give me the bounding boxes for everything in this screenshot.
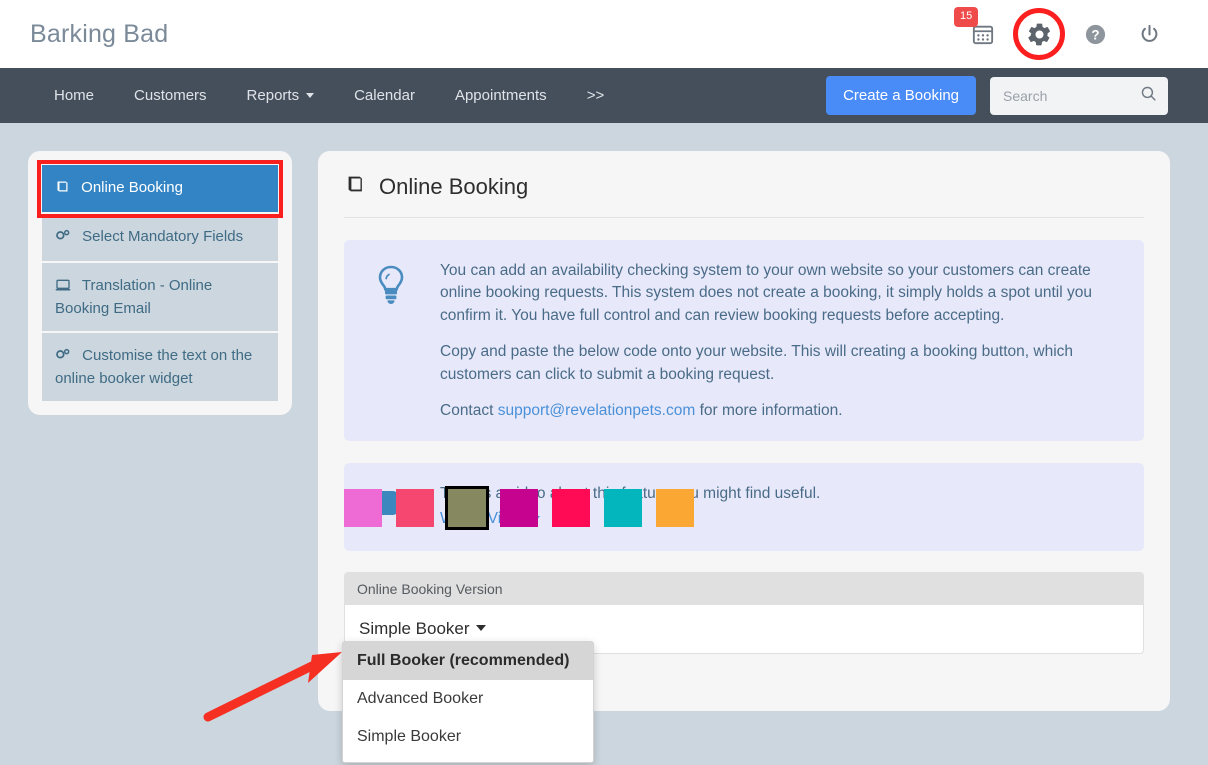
sidebar-item-translation-online-booking-email[interactable]: Translation - Online Booking Email (42, 263, 278, 333)
color-swatch[interactable] (552, 489, 590, 527)
search-icon[interactable] (1140, 85, 1157, 107)
calendar-icon-button[interactable]: 15 (954, 7, 998, 49)
top-bar: Barking Bad 15 ? (0, 0, 1208, 68)
nav-label: Customers (134, 87, 207, 104)
chevron-down-icon (475, 624, 486, 631)
info-panel: You can add an availability checking sys… (344, 240, 1144, 441)
page-title: Online Booking (344, 173, 1144, 218)
nav-items: Home Customers Reports Calendar Appointm… (34, 68, 624, 123)
nav-label: Appointments (454, 87, 547, 104)
color-swatch-row (344, 486, 694, 530)
nav-item-appointments[interactable]: Appointments (435, 68, 567, 123)
support-email-link[interactable]: support@revelationpets.com (498, 402, 696, 419)
power-icon (1141, 24, 1157, 42)
color-swatch[interactable] (344, 489, 382, 527)
sidebar-item-online-booking[interactable]: Online Booking (42, 165, 278, 214)
power-icon-button[interactable] (1134, 19, 1164, 49)
nav-label: Home (54, 87, 95, 104)
contact-prefix: Contact (440, 402, 498, 420)
app-brand: Barking Bad (30, 19, 169, 48)
sidebar-item-online-booking-wrap: Online Booking (37, 160, 283, 218)
nav-label: >> (586, 87, 605, 104)
page-content: Online Booking Select Mandatory Fields T… (0, 123, 1208, 765)
online-booking-panel: Online Booking You can add an availabili… (318, 151, 1170, 711)
nav-item-home[interactable]: Home (34, 68, 114, 123)
nav-item-more[interactable]: >> (567, 68, 625, 123)
cogs-icon (55, 347, 71, 368)
color-swatch[interactable] (656, 489, 694, 527)
nav-item-calendar[interactable]: Calendar (334, 68, 435, 123)
sidebar-item-label: Select Mandatory Fields (82, 228, 244, 245)
color-swatch-selected[interactable] (445, 486, 489, 530)
sidebar-item-customise-booker-text[interactable]: Customise the text on the online booker … (42, 333, 278, 401)
version-dropdown-menu: Full Booker (recommended) Advanced Booke… (342, 641, 594, 763)
contact-suffix: for more information. (695, 402, 843, 420)
color-swatch[interactable] (500, 489, 538, 527)
top-bar-icons: 15 ? (954, 7, 1186, 60)
info-text: You can add an availability checking sys… (440, 260, 1122, 423)
sidebar-item-select-mandatory-fields[interactable]: Select Mandatory Fields (42, 214, 278, 263)
nav-actions: Create a Booking (826, 76, 1186, 115)
info-paragraph-1: You can add an availability checking sys… (440, 262, 1092, 324)
dropdown-option-simple-booker[interactable]: Simple Booker (343, 718, 593, 756)
settings-sidebar: Online Booking Select Mandatory Fields T… (28, 151, 292, 415)
help-icon-button[interactable]: ? (1080, 19, 1110, 49)
dropdown-option-advanced-booker[interactable]: Advanced Booker (343, 680, 593, 718)
cogs-icon (55, 228, 71, 249)
laptop-icon (55, 277, 71, 298)
calendar-badge: 15 (954, 7, 979, 27)
create-booking-button[interactable]: Create a Booking (826, 76, 976, 115)
page-title-text: Online Booking (379, 174, 529, 199)
info-contact-line: Contact support@revelationpets.com for m… (440, 400, 1122, 422)
color-swatch[interactable] (604, 489, 642, 527)
nav-item-reports[interactable]: Reports (227, 68, 335, 123)
version-selected-value: Simple Booker (359, 618, 470, 638)
color-swatch[interactable] (396, 489, 434, 527)
sidebar-item-label: Customise the text on the online booker … (55, 347, 253, 387)
nav-item-customers[interactable]: Customers (114, 68, 227, 123)
sidebar-item-label: Online Booking (81, 179, 183, 196)
nav-label: Reports (246, 87, 300, 104)
book-icon (344, 173, 366, 201)
main-navigation: Home Customers Reports Calendar Appointm… (0, 68, 1208, 123)
question-circle-icon: ? (1085, 24, 1105, 44)
book-icon (55, 179, 70, 200)
version-group-label: Online Booking Version (345, 572, 1143, 605)
sidebar-item-label: Translation - Online Booking Email (55, 277, 213, 317)
info-paragraph-2: Copy and paste the below code onto your … (440, 343, 1074, 383)
nav-label: Calendar (354, 87, 415, 104)
lightbulb-icon (366, 260, 416, 423)
chevron-down-icon (306, 93, 315, 98)
settings-gear-button[interactable] (1013, 8, 1065, 60)
dropdown-option-full-booker[interactable]: Full Booker (recommended) (343, 642, 593, 680)
svg-text:?: ? (1091, 27, 1099, 42)
gear-icon (1027, 23, 1050, 45)
search-box (990, 76, 1168, 115)
